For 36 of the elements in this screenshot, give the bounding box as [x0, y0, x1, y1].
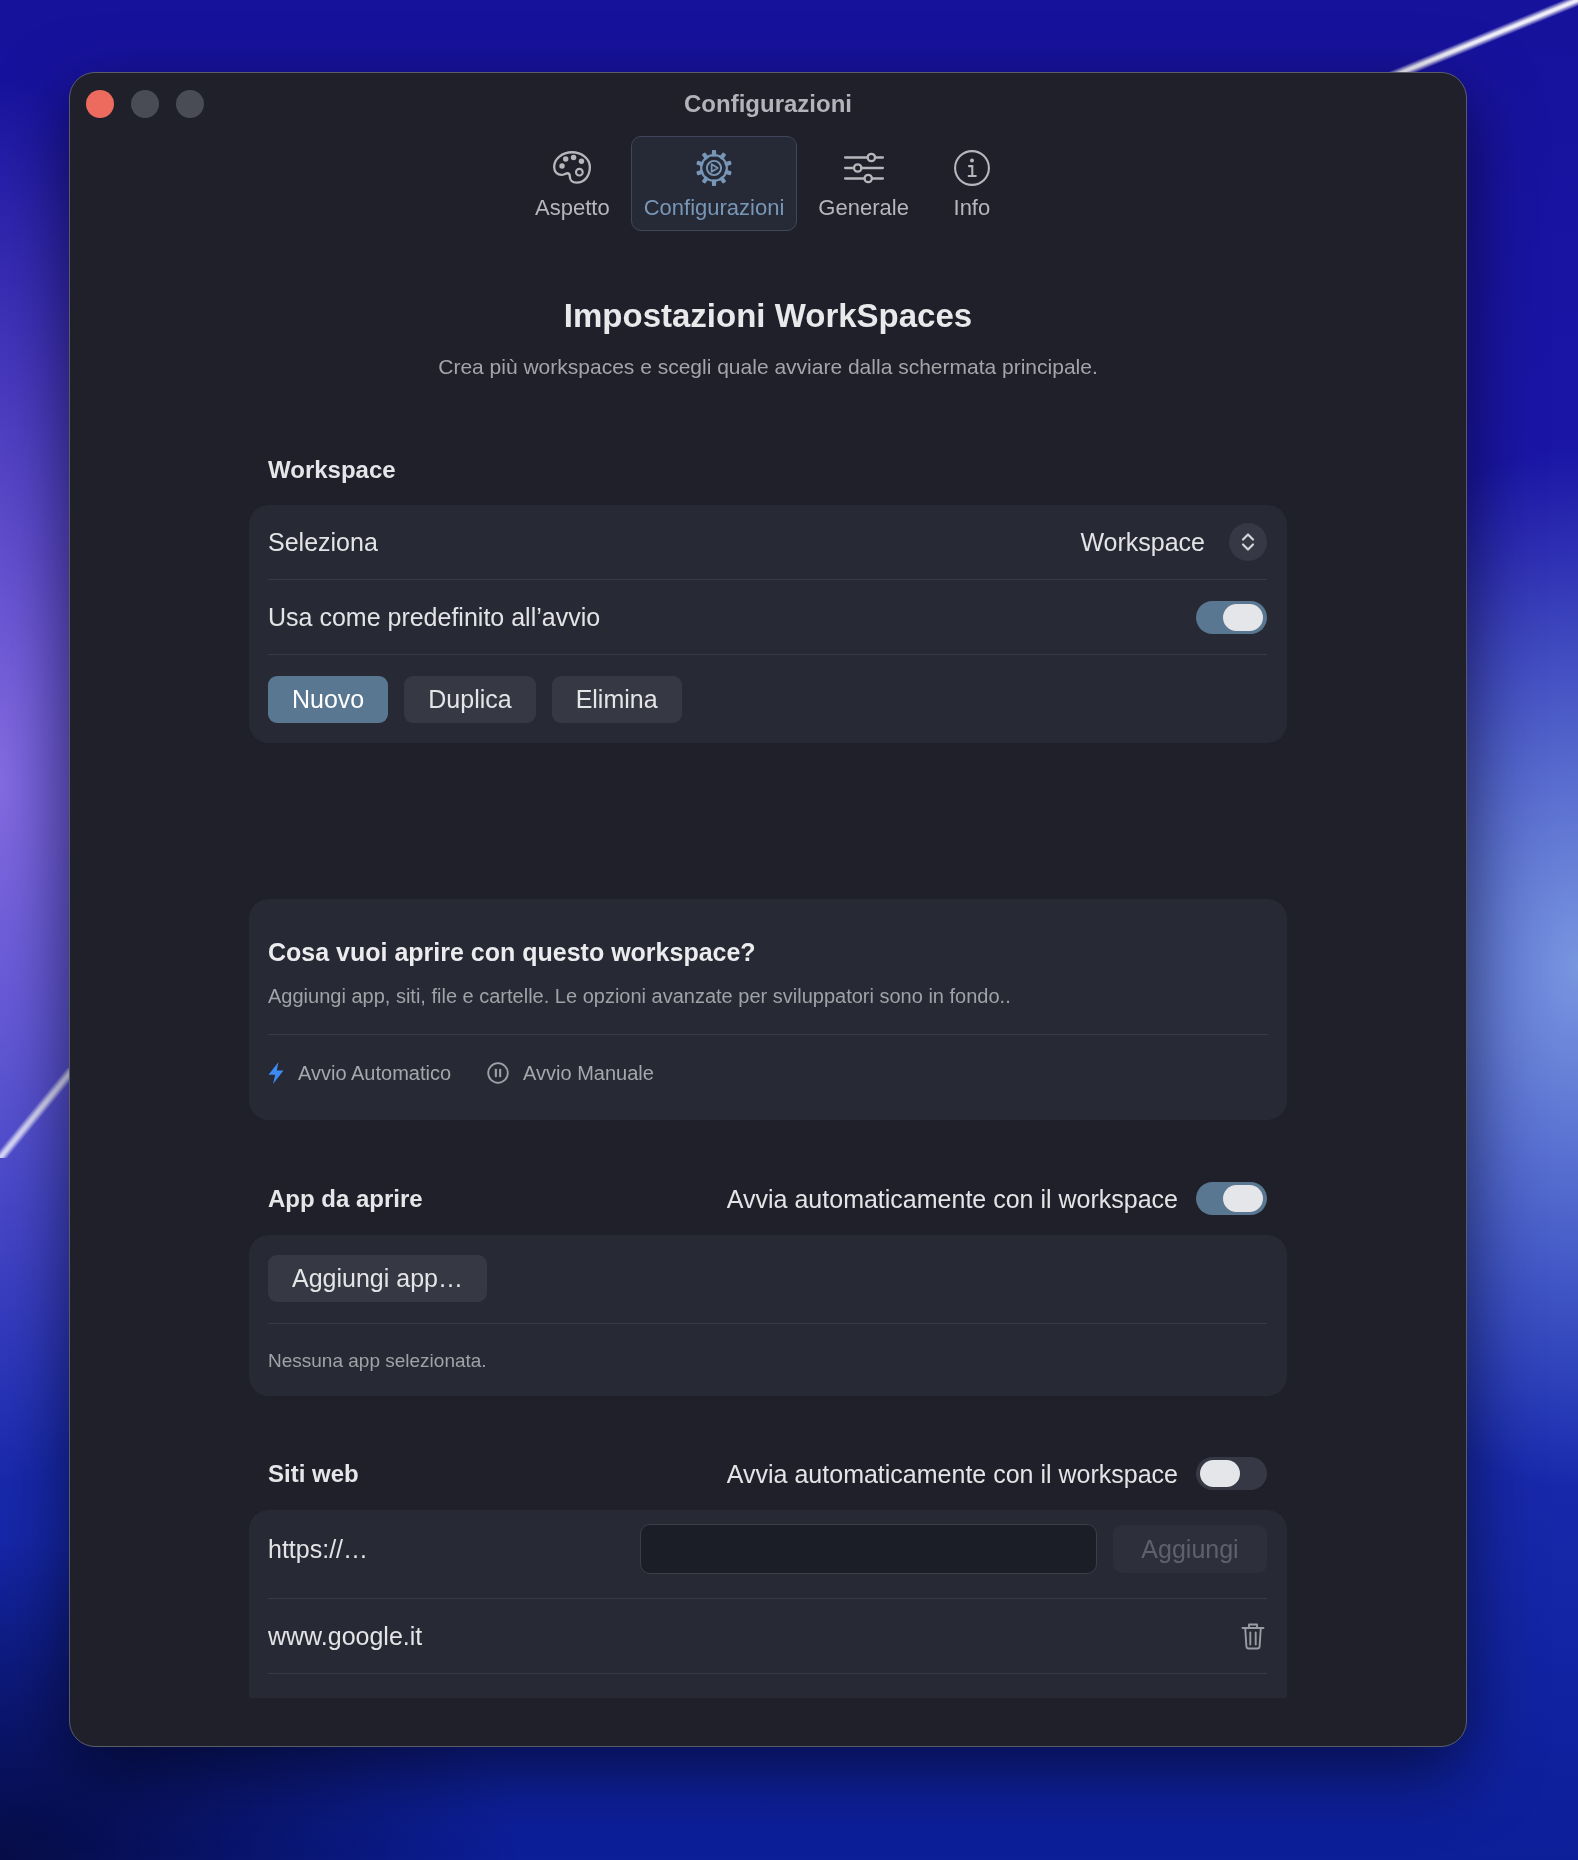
workspace-dropdown[interactable]: Workspace [1080, 523, 1267, 561]
add-app-button[interactable]: Aggiungi app… [268, 1255, 487, 1302]
setting-label: Avvia automaticamente con il workspace [726, 1183, 1178, 1214]
palette-icon [551, 149, 594, 187]
toggle-switch[interactable] [1196, 1457, 1267, 1490]
card-title: Cosa vuoi aprire con questo workspace? [268, 937, 757, 967]
empty-state-text: Nessuna app selezionata. [268, 1349, 488, 1373]
window-title: Configurazioni [684, 89, 852, 119]
toolbar-tab[interactable]: Info [929, 136, 1014, 231]
setting-label: Seleziona [268, 527, 378, 557]
duplicate-button[interactable]: Duplica [404, 676, 536, 723]
setting-label: Avvia automaticamente con il workspace [726, 1458, 1178, 1489]
toggle-switch[interactable] [1196, 600, 1267, 634]
toggle-switch[interactable] [1196, 1182, 1267, 1215]
new-button[interactable]: Nuovo [268, 676, 389, 723]
card-description: Aggiungi app, siti, file e cartelle. Le opzioni avanzate per sviluppatori sono in fondo.. [268, 984, 1012, 1008]
page-title: Impostazioni WorkSpaces [562, 296, 974, 336]
field-label: https://… [268, 1534, 370, 1564]
pause-icon [487, 1062, 510, 1084]
setting-label: Usa come predefinito all’avvio [268, 602, 601, 632]
updown-chevron-icon [1229, 523, 1267, 561]
section-title: Workspace [267, 456, 397, 484]
site-url: www.google.it [268, 1621, 423, 1651]
toolbar-tab[interactable]: Generale [805, 136, 922, 231]
legend-label: Avvio Manuale [523, 1061, 654, 1085]
toolbar-tab[interactable]: Configurazioni [630, 136, 798, 231]
delete-button[interactable]: Elimina [551, 676, 682, 723]
legend-label: Avvio Automatico [298, 1061, 452, 1085]
section-title: App da aprire [268, 1184, 423, 1213]
lightning-icon [268, 1062, 284, 1084]
close-button[interactable] [86, 90, 114, 118]
toolbar-tab[interactable]: Aspetto [522, 136, 623, 231]
trash-icon[interactable] [1241, 1622, 1265, 1650]
page-subtitle: Crea più workspaces e scegli quale avviare dalla schermata principale. [437, 354, 1099, 380]
section-title: Siti web [268, 1459, 359, 1488]
url-input-field[interactable] [640, 1524, 1097, 1574]
